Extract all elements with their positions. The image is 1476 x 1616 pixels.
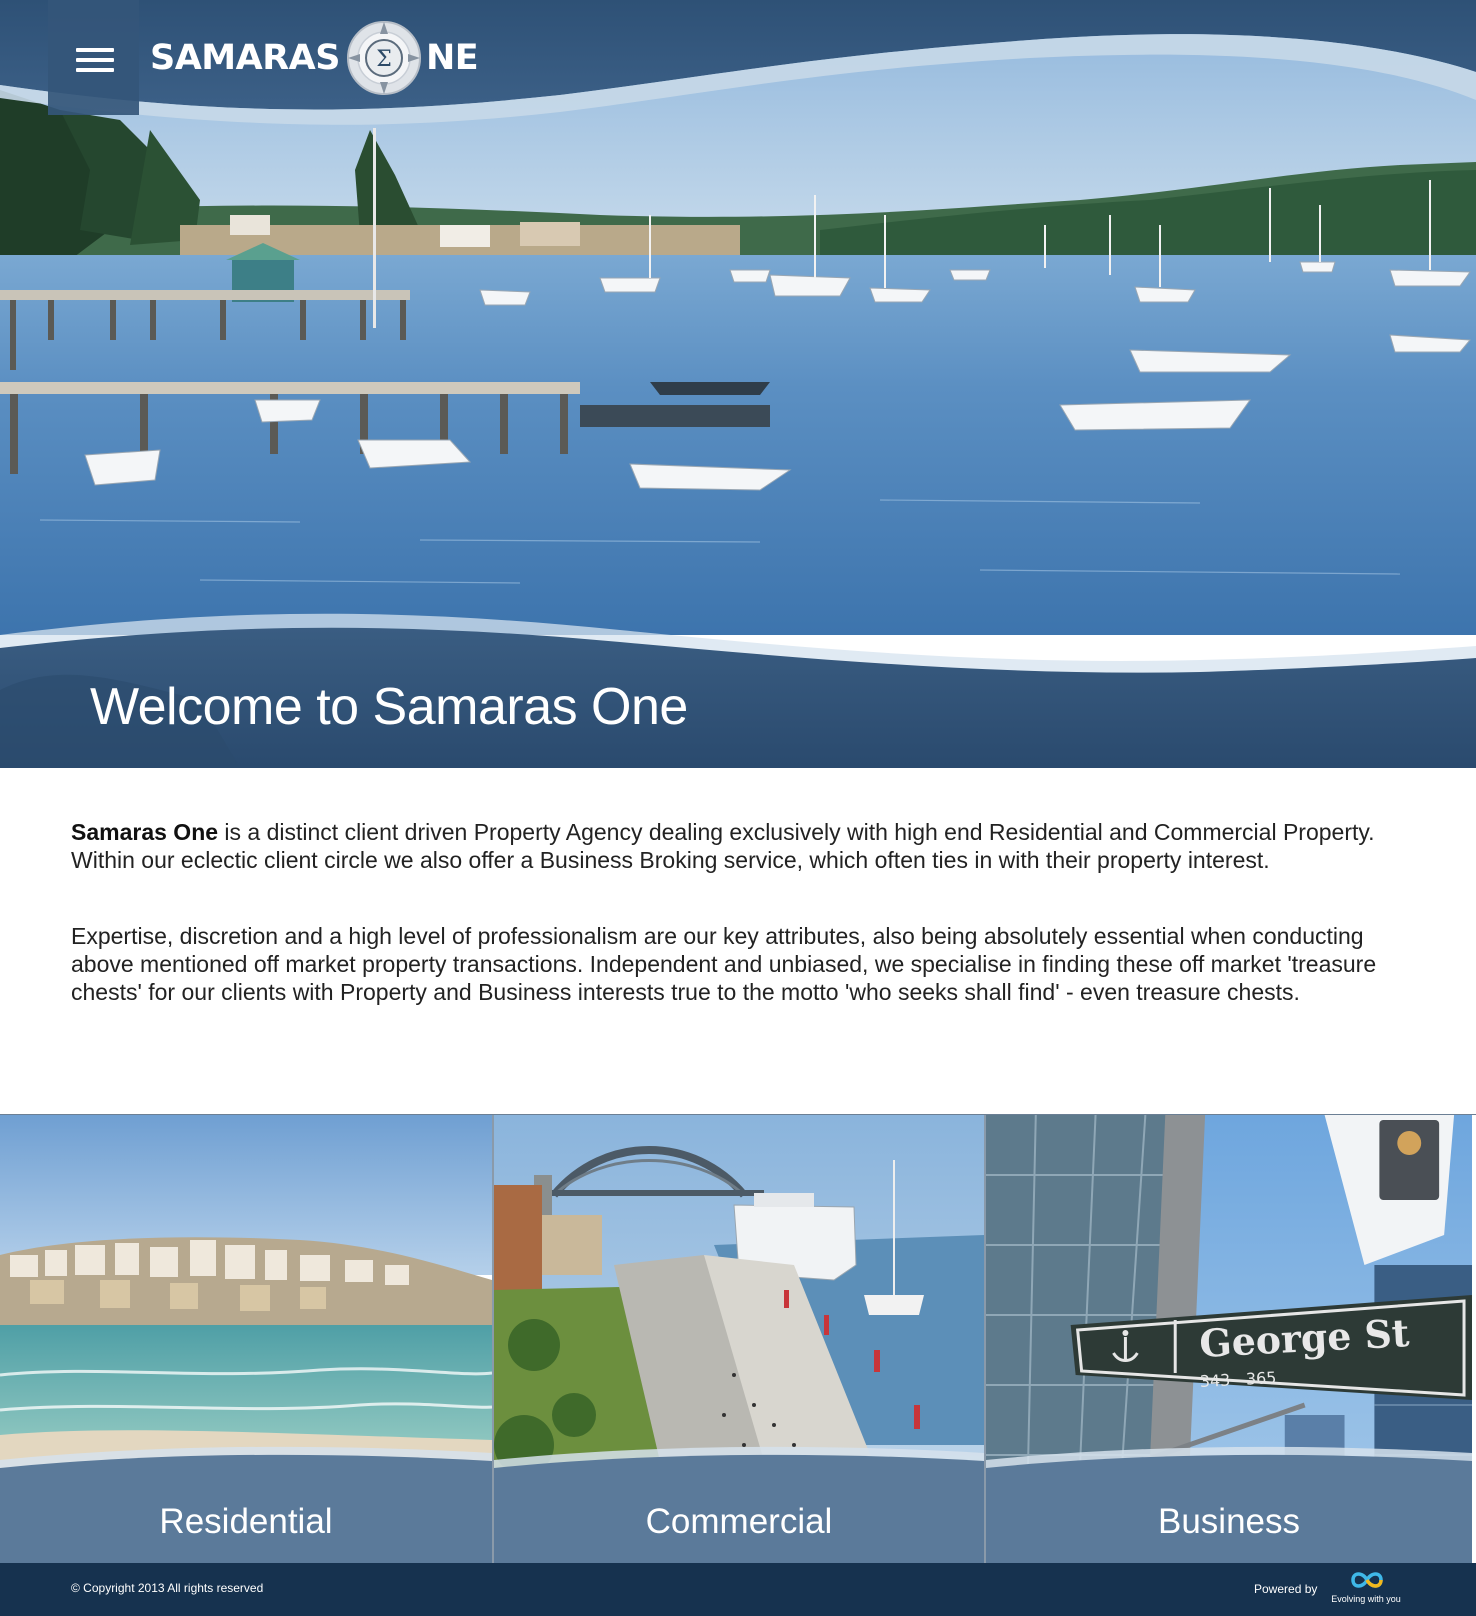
tile-label-commercial: Commercial: [645, 1502, 833, 1541]
welcome-heading: Welcome to Samaras One: [90, 678, 688, 736]
logo-text-right: NE: [425, 38, 479, 78]
intro-company-name: Samaras One: [71, 819, 219, 845]
site-logo[interactable]: SAMARAS Σ NE: [150, 21, 479, 95]
harbour-bridge-and-cruise-ship-photo: [494, 1115, 984, 1564]
hero-harbour-image: [0, 0, 1476, 768]
hero-banner: SAMARAS Σ NE Welcome to Samaras One: [0, 0, 1476, 768]
developer-brand-link[interactable]: Evolving with you: [1326, 1568, 1406, 1612]
copyright-text: © Copyright 2013 All rights reserved: [71, 1581, 264, 1595]
george-st-sign-numbers: 343 - 365: [1199, 1368, 1277, 1391]
intro-paragraph-1: Samaras One is a distinct client driven …: [71, 818, 1411, 874]
powered-by-label: Powered by: [1254, 1582, 1318, 1596]
category-tiles: Residential Commercial George St 343 - 3…: [0, 1114, 1476, 1564]
intro-paragraph-2: Expertise, discretion and a high level o…: [71, 923, 1377, 1005]
site-footer: © Copyright 2013 All rights reserved Pow…: [0, 1563, 1476, 1616]
tile-label-business: Business: [1157, 1502, 1301, 1541]
beach-and-houses-photo: [0, 1115, 492, 1564]
menu-button[interactable]: [48, 0, 139, 115]
brand-tagline: Evolving with you: [1331, 1594, 1401, 1604]
tile-commercial[interactable]: Commercial: [492, 1115, 984, 1564]
tile-label-residential: Residential: [159, 1502, 333, 1541]
sigma-compass-icon: Σ: [346, 21, 421, 95]
tile-residential[interactable]: Residential: [0, 1115, 492, 1564]
svg-text:Σ: Σ: [376, 47, 392, 72]
intro-paragraph-1-text: is a distinct client driven Property Age…: [71, 819, 1375, 873]
infinity-loop-logo-icon: [1351, 1572, 1383, 1588]
george-st-sign-photo: George St 343 - 365: [986, 1115, 1472, 1564]
tile-business[interactable]: George St 343 - 365 Business: [984, 1115, 1472, 1564]
intro-section: Samaras One is a distinct client driven …: [71, 818, 1411, 1006]
logo-text-left: SAMARAS: [150, 38, 340, 78]
